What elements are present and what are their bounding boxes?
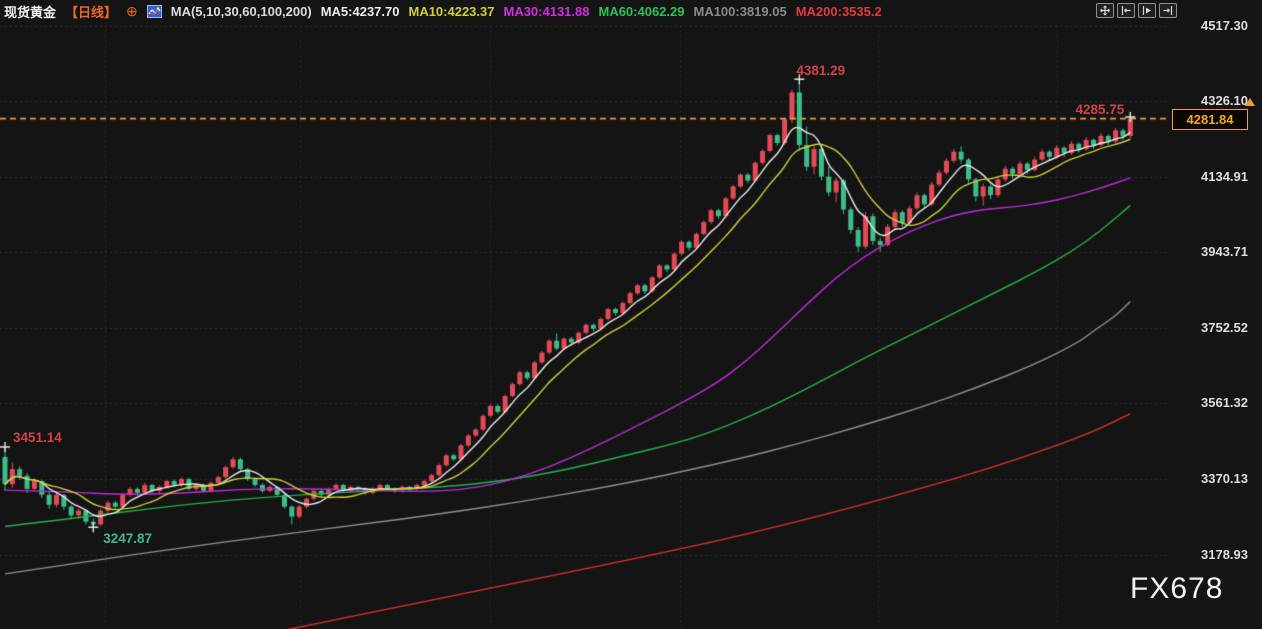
instrument-title: 现货黄金 (4, 2, 56, 21)
current-price-value: 4281.84 (1187, 112, 1234, 127)
candlestick-chart[interactable] (0, 0, 1262, 629)
price-annotation: 4381.29 (796, 63, 845, 78)
ma60-value: MA60:4062.29 (598, 4, 684, 19)
mini-chart-icon[interactable] (147, 5, 162, 18)
price-annotation: 3451.14 (13, 430, 62, 445)
jump-end-icon[interactable] (1159, 3, 1177, 18)
ma5-value: MA5:4237.70 (321, 4, 400, 19)
jump-start-icon[interactable] (1117, 3, 1135, 18)
price-up-arrow-icon (1245, 98, 1255, 106)
chart-toolbar (1096, 3, 1177, 18)
current-price-tag: 4281.84 (1172, 109, 1248, 130)
chart-header: 现货黄金 【日线】 ⊕ MA(5,10,30,60,100,200) MA5:4… (4, 0, 882, 22)
ma-params-label: MA(5,10,30,60,100,200) (171, 4, 312, 19)
price-annotation: 4285.75 (1076, 102, 1125, 117)
ma30-value: MA30:4131.88 (503, 4, 589, 19)
ma10-value: MA10:4223.37 (408, 4, 494, 19)
price-annotation: 3247.87 (103, 531, 152, 546)
play-icon[interactable] (1138, 3, 1156, 18)
pan-icon[interactable] (1096, 3, 1114, 18)
ma200-value: MA200:3535.2 (796, 4, 882, 19)
chart-app: 现货黄金 【日线】 ⊕ MA(5,10,30,60,100,200) MA5:4… (0, 0, 1262, 629)
add-indicator-icon[interactable]: ⊕ (126, 3, 138, 20)
ma100-value: MA100:3819.05 (693, 4, 786, 19)
period-label: 【日线】 (65, 2, 117, 21)
watermark: FX678 (1130, 572, 1223, 606)
